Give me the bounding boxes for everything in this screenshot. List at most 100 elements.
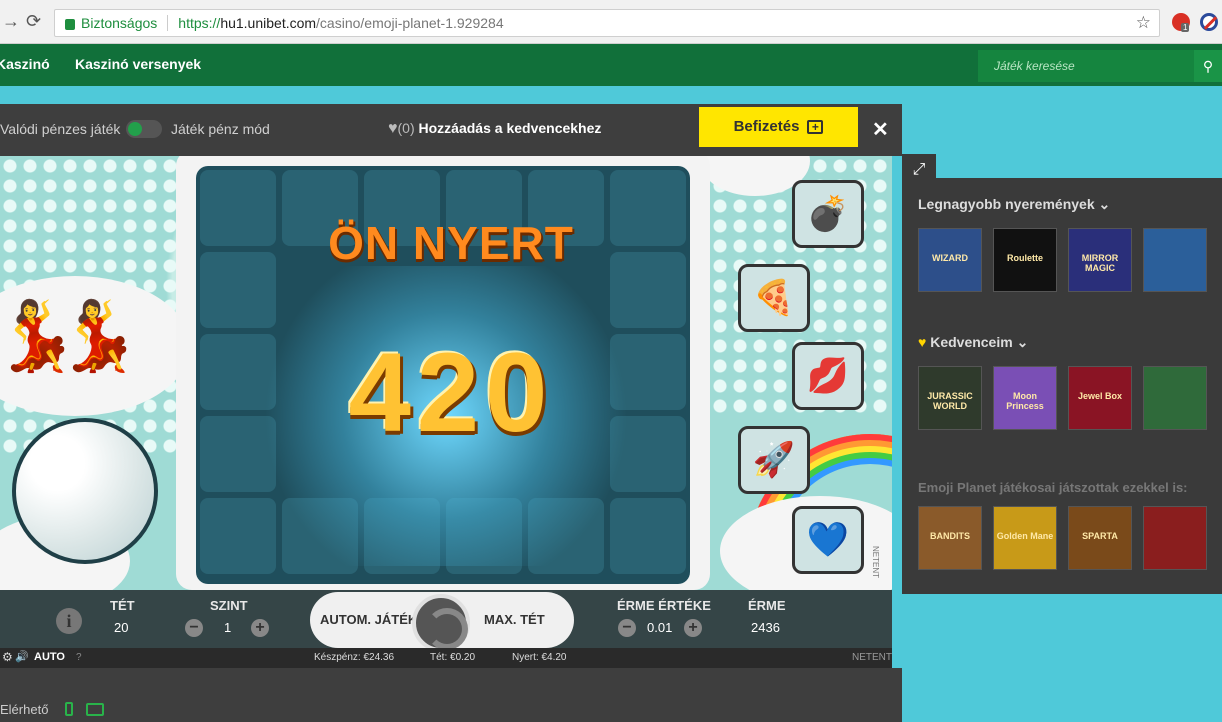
url-path: /casino/emoji-planet-1.929284 [316,15,504,31]
heart-icon: ♥ [388,120,398,137]
game-thumbnail[interactable]: MIRROR MAGIC [1068,228,1132,292]
game-thumbnail-title: BANDITS [930,531,970,541]
back-arrow-icon[interactable]: → [2,11,20,32]
settings-icon[interactable]: ⚙ [2,650,13,664]
deposit-button[interactable]: Befizetés + [699,107,858,147]
secure-label: Biztonságos [81,15,158,31]
game-thumbnail-title: SPARTA [1082,531,1118,541]
coin-value-label: ÉRME ÉRTÉKE [617,598,711,613]
bubble-orb [12,418,158,564]
game-thumbnail-title: Jewel Box [1077,391,1123,401]
browser-chrome: → ⟳ Biztonságos https:// hu1.unibet.com … [0,0,1222,44]
nav-casino[interactable]: Kaszinó [0,56,50,72]
bookmark-star-icon[interactable]: ☆ [1136,13,1151,33]
game-thumbnail-title: Roulette [1007,253,1043,263]
game-thumbnail[interactable]: SPARTA [1068,506,1132,570]
autoplay-button[interactable]: AUTOM. JÁTÉK [320,612,417,627]
game-controls: i TÉT 20 SZINT − 1 + AUTOM. JÁTÉK MAX. T… [0,590,892,652]
extension-icon[interactable]: 1 [1172,13,1190,32]
game-search[interactable]: Játék keresése ⚲ [978,50,1222,82]
also-played-title: Emoji Planet játékosai játszottak ezekke… [918,480,1188,495]
spin-button[interactable] [412,594,470,652]
level-plus-button[interactable]: + [251,619,269,637]
game-thumbnail[interactable]: Moon Princess [993,366,1057,430]
game-thumbnail[interactable] [1143,506,1207,570]
favorites-label: Hozzáadás a kedvencekhez [418,120,602,136]
cash-balance: Készpénz: €24.36 [314,652,395,663]
real-money-label: Valódi pénzes játék [0,121,121,137]
lock-icon [65,18,75,30]
game-thumbnail[interactable]: BANDITS [918,506,982,570]
address-bar[interactable]: Biztonságos https:// hu1.unibet.com /cas… [54,9,1160,37]
auto-label[interactable]: AUTO [34,651,65,663]
available-label: Elérhető [0,702,49,717]
game-thumbnail-title: JURASSIC WORLD [927,391,973,411]
info-icon[interactable]: i [56,608,82,634]
game-toolbar: Valódi pénzes játék Játék pénz mód ♥(0) … [0,104,902,156]
sound-icon[interactable]: 🔊 [15,650,29,663]
coin-value-minus-button[interactable]: − [618,619,636,637]
level-label: SZINT [210,598,248,613]
game-thumbnail[interactable] [1143,228,1207,292]
game-canvas[interactable]: 💃 💃 ÖN NYERT 420 💣 🍕 💋 🚀 💙 NETENT [0,156,892,590]
max-bet-button[interactable]: MAX. TÉT [484,612,545,627]
bomb-icon: 💣 [792,180,864,248]
deposit-label: Befizetés [733,118,800,135]
favorites-count: (0) [397,120,415,136]
win-amount-status: Nyert: €4.20 [512,652,567,663]
game-thumbnail[interactable]: Jewel Box [1068,366,1132,430]
game-thumbnail-title: MIRROR MAGIC [1081,253,1119,273]
spin-control: AUTOM. JÁTÉK MAX. TÉT [310,592,574,652]
search-icon[interactable]: ⚲ [1194,50,1222,82]
win-title: ÖN NYERT [328,217,574,269]
games-side-panel: Legnagyobb nyeremények ⌄ WIZARD Roulette… [902,178,1222,594]
status-bar: ⚙ 🔊 AUTO ? Készpénz: €24.36 Tét: €0.20 N… [0,648,892,668]
game-thumbnail[interactable]: Golden Mane [993,506,1057,570]
hearts-icon: 💙 [792,506,864,574]
lips-icon: 💋 [792,342,864,410]
nav-casino-tournaments[interactable]: Kaszinó versenyek [75,56,201,72]
coin-value-plus-button[interactable]: + [684,619,702,637]
game-thumbnail[interactable]: Roulette [993,228,1057,292]
url-scheme: https:// [178,15,221,31]
help-icon[interactable]: ? [76,652,82,663]
favorites-header[interactable]: ♥ Kedvenceim ⌄ [918,334,1028,351]
chevron-down-icon: ⌄ [1016,334,1029,350]
biggest-wins-title: Legnagyobb nyeremények [918,196,1095,212]
search-input[interactable]: Játék keresése [994,59,1075,73]
pizza-icon: 🍕 [738,264,810,332]
provider-vertical-label: NETENT [871,546,880,578]
level-value: 1 [224,620,232,635]
game-thumbnail[interactable]: WIZARD [918,228,982,292]
game-thumbnail-title: Golden Mane [996,531,1054,541]
blocker-extension-icon[interactable] [1200,13,1218,31]
reload-icon[interactable]: ⟳ [26,11,41,32]
game-thumbnail-title: Moon Princess [1006,391,1044,411]
coins-label: ÉRME [748,598,786,613]
wallet-plus-icon: + [807,120,824,135]
devil-girl-emoji: 💃 [56,298,141,374]
biggest-wins-header[interactable]: Legnagyobb nyeremények ⌄ [918,196,1110,213]
heart-icon: ♥ [918,334,927,350]
coins-value: 2436 [751,620,780,635]
mobile-icon [65,702,73,716]
win-amount: 420 [348,330,554,455]
bet-value: 20 [114,620,129,635]
bet-label: TÉT [110,598,135,613]
add-to-favorites[interactable]: ♥(0) Hozzáadás a kedvencekhez [388,120,601,138]
divider [167,15,169,31]
coin-value: 0.01 [647,620,673,635]
availability-strip: Elérhető [0,668,902,722]
close-icon[interactable]: ✕ [872,117,889,142]
site-nav: Kaszinó Kaszinó versenyek Játék keresése… [0,44,1222,86]
tablet-icon [86,703,104,716]
game-thumbnail-title: WIZARD [932,253,968,263]
level-minus-button[interactable]: − [185,619,203,637]
game-thumbnail[interactable] [1143,366,1207,430]
favorites-title: Kedvenceim [930,334,1013,350]
rocket-icon: 🚀 [738,426,810,494]
provider-logo: NETENT [852,652,892,663]
game-thumbnail[interactable]: JURASSIC WORLD [918,366,982,430]
extension-badge: 1 [1181,23,1190,32]
money-mode-toggle[interactable] [126,120,162,138]
